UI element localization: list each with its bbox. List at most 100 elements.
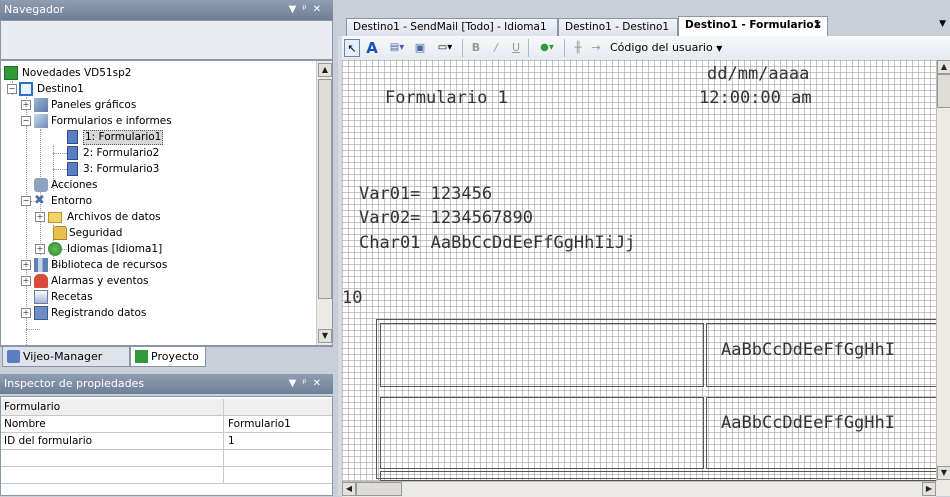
underline-icon[interactable]: U	[508, 39, 524, 57]
collapse-icon[interactable]: −	[21, 196, 31, 206]
table-cell[interactable]	[380, 323, 704, 387]
tree-item-label: Archivos de datos	[67, 211, 161, 223]
collapse-icon[interactable]: −	[7, 84, 17, 94]
property-value[interactable]: 1	[225, 433, 235, 449]
italic-icon[interactable]: /	[488, 39, 504, 57]
text-tool-icon[interactable]: A	[364, 39, 380, 57]
scroll-up-icon[interactable]: ▲	[937, 60, 950, 74]
logging-icon	[34, 306, 48, 320]
table-cell[interactable]	[380, 471, 936, 481]
table-cell-text[interactable]: AaBbCcDdEeFfGgHhI	[721, 413, 895, 433]
navigator-toolbar-area	[0, 20, 333, 60]
scroll-down-icon[interactable]: ▼	[318, 329, 332, 343]
tree-scroll-thumb[interactable]	[318, 79, 332, 299]
pin-icon[interactable]: ᵖ	[302, 378, 312, 389]
var01-field[interactable]: Var01= 123456	[359, 184, 492, 204]
canvas-hscroll-thumb[interactable]	[356, 482, 402, 496]
tab-list-dropdown-icon[interactable]: ▼	[939, 19, 946, 29]
collapse-icon[interactable]: −	[21, 116, 31, 126]
pointer-tool-icon[interactable]: ↖	[344, 39, 360, 57]
manager-icon	[7, 350, 20, 363]
table-cell[interactable]	[706, 397, 936, 469]
document-icon	[67, 146, 78, 160]
expand-icon[interactable]: +	[21, 308, 31, 318]
scroll-up-icon[interactable]: ▲	[318, 63, 332, 77]
text-field-icon[interactable]: ▣	[412, 39, 428, 57]
tree-item-label: Idiomas [Idioma1]	[67, 243, 163, 255]
tab-destino1[interactable]: Destino1 - Destino1	[558, 18, 678, 36]
toolbar-separator	[564, 39, 565, 57]
property-name: Nombre	[4, 418, 46, 430]
alarm-icon	[34, 274, 48, 288]
inspector-window-controls: ▼ᵖ✕	[289, 374, 327, 394]
navigator-title-bar: Navegador ▼ᵖ✕	[0, 0, 333, 20]
tree-item-label: Formularios e informes	[51, 115, 172, 127]
table-cell[interactable]	[380, 397, 704, 469]
property-value[interactable]: Formulario1	[225, 416, 291, 432]
scroll-left-icon[interactable]: ◀	[342, 482, 356, 496]
navigator-tabs: Vijeo-Manager Proyecto	[0, 346, 333, 369]
canvas-vertical-scrollbar[interactable]: ▲ ▼	[936, 60, 950, 481]
expand-icon[interactable]: +	[21, 276, 31, 286]
dropdown-icon[interactable]: ▼	[289, 378, 303, 389]
canvas-horizontal-scrollbar[interactable]: ◀ ▶	[342, 481, 936, 497]
property-row[interactable]: ID del formulario 1	[1, 433, 332, 450]
dropdown-icon[interactable]: ▼	[289, 4, 303, 15]
numeric-field[interactable]: 10	[342, 288, 362, 308]
table-cell-text[interactable]: AaBbCcDdEeFfGgHhI	[721, 340, 895, 360]
scroll-corner	[936, 481, 950, 496]
pin-icon[interactable]: ᵖ	[302, 4, 312, 15]
form-canvas[interactable]: dd/mm/aaaa Formulario 1 12:00:00 am Var0…	[342, 60, 936, 481]
close-icon[interactable]: ✕	[313, 378, 327, 389]
form-title-text[interactable]: Formulario 1	[385, 88, 508, 108]
inspector-title-bar: Inspector de propiedades ▼ᵖ✕	[0, 374, 333, 394]
toolbar-separator	[462, 39, 463, 57]
property-grid[interactable]: Formulario Nombre Formulario1 ID del for…	[0, 396, 333, 496]
char01-field[interactable]: Char01 AaBbCcDdEeFfGgHhIiJj	[359, 233, 635, 253]
tab-formulario1[interactable]: Destino1 - Formulario1 ✕	[678, 16, 828, 36]
grid-icon[interactable]: ╫	[570, 39, 586, 57]
user-code-button[interactable]: Código del usuario ▼	[610, 39, 750, 57]
scroll-down-icon[interactable]: ▼	[937, 466, 950, 480]
tab-proyecto[interactable]: Proyecto	[130, 347, 206, 367]
close-icon[interactable]: ✕	[313, 4, 327, 15]
time-field[interactable]: 12:00:00 am	[699, 88, 812, 108]
tree-item-label: Recetas	[51, 291, 93, 303]
project-icon	[135, 350, 148, 363]
align-right-icon[interactable]: →	[588, 39, 604, 57]
actions-icon	[34, 178, 48, 192]
navigator-window-controls: ▼ᵖ✕	[289, 0, 327, 20]
close-tab-icon[interactable]: ✕	[813, 17, 822, 34]
toolbar-separator	[528, 39, 529, 57]
tree-item-label: Registrando datos	[51, 307, 147, 319]
expand-icon[interactable]: +	[35, 212, 45, 222]
document-icon	[67, 162, 78, 176]
target-icon	[19, 82, 33, 96]
canvas-vscroll-thumb[interactable]	[937, 74, 950, 108]
inspector-title: Inspector de propiedades	[4, 377, 145, 390]
expand-icon[interactable]: +	[21, 260, 31, 270]
tab-sendmail[interactable]: Destino1 - SendMail [Todo] - Idioma1	[346, 18, 558, 36]
tab-vijeo-manager[interactable]: Vijeo-Manager	[2, 347, 130, 367]
project-tree[interactable]: Novedades VD51sp2 − Destino1 + Paneles g…	[0, 60, 333, 346]
tree-item-label: Seguridad	[69, 227, 123, 239]
tab-label: Destino1 - Formulario1	[685, 19, 821, 31]
rectangle-tool-icon[interactable]: ▭▾	[432, 39, 458, 57]
var02-field[interactable]: Var02= 1234567890	[359, 208, 533, 228]
library-icon	[34, 258, 48, 272]
bold-icon[interactable]: B	[468, 39, 484, 57]
expand-icon[interactable]: +	[21, 100, 31, 110]
recipe-icon	[34, 290, 48, 304]
property-category-label: Formulario	[4, 401, 61, 413]
tree-item-label: Paneles gráficos	[51, 99, 137, 111]
expand-icon[interactable]: +	[35, 244, 45, 254]
date-field[interactable]: dd/mm/aaaa	[707, 64, 809, 84]
property-row[interactable]: Nombre Formulario1	[1, 416, 332, 433]
tree-scrollbar[interactable]: ▲ ▼	[316, 61, 332, 345]
color-picker-icon[interactable]: ●▾	[534, 39, 560, 57]
numeric-display-icon[interactable]: ▤▾	[384, 39, 410, 57]
tree-item-label: 2: Formulario2	[83, 147, 160, 159]
environment-icon: ✖	[34, 193, 45, 208]
lock-icon	[53, 226, 67, 240]
scroll-right-icon[interactable]: ▶	[922, 482, 936, 496]
